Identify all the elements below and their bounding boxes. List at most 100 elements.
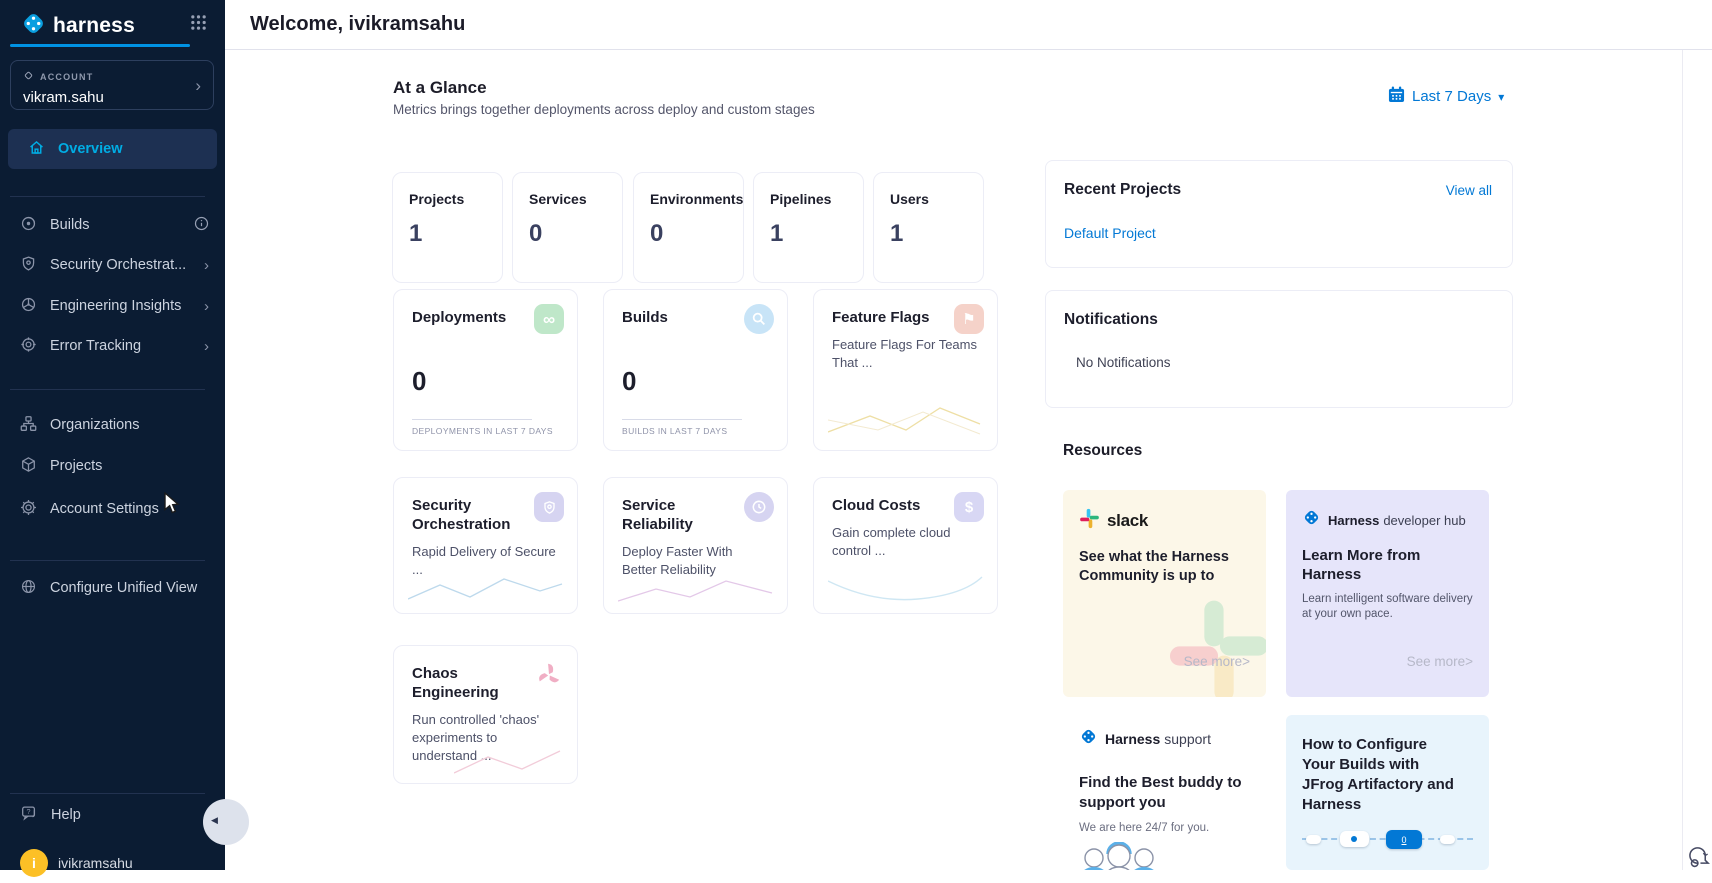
stat-label: Users	[890, 191, 967, 207]
resource-card-slack[interactable]: slack See what the Harness Community is …	[1063, 490, 1266, 697]
feature-flags-icon	[954, 304, 984, 334]
sidebar-item-projects[interactable]: Projects	[0, 446, 225, 486]
collapse-left-icon	[211, 815, 218, 826]
date-range-label: Last 7 Days	[1412, 88, 1491, 105]
stat-card-users[interactable]: Users 1	[873, 172, 984, 283]
stat-card-services[interactable]: Services 0	[512, 172, 623, 283]
user-name: ivikramsahu	[58, 855, 133, 871]
see-more-link[interactable]: See more>	[1184, 654, 1250, 669]
see-more-link[interactable]: See more>	[1407, 654, 1473, 669]
divider	[10, 793, 205, 794]
resource-card-subtitle: Learn intelligent software delivery at y…	[1302, 592, 1473, 622]
module-card-security-orchestration[interactable]: Security Orchestration Rapid Delivery of…	[393, 477, 578, 614]
stat-card-projects[interactable]: Projects 1	[392, 172, 503, 283]
avatar: i	[20, 849, 48, 877]
notifications-title: Notifications	[1064, 311, 1494, 329]
shield-icon	[20, 255, 37, 276]
stat-card-environments[interactable]: Environments 0	[633, 172, 744, 283]
resource-card-support[interactable]: Harness support Find the Best buddy to s…	[1063, 717, 1266, 870]
section-subtitle: Metrics brings together deployments acro…	[393, 102, 815, 117]
module-card-feature-flags[interactable]: Feature Flags Feature Flags For Teams Th…	[813, 289, 998, 451]
sparkline	[408, 571, 563, 607]
brand-name: Harness	[1328, 513, 1379, 528]
cloud-costs-icon	[954, 492, 984, 522]
resource-card-developer-hub[interactable]: Harness developer hub Learn More from Ha…	[1286, 490, 1489, 697]
sidebar-item-overview[interactable]: Overview	[8, 129, 217, 169]
sidebar-collapse-handle[interactable]	[203, 799, 249, 845]
help-chat-icon: ?	[20, 804, 38, 826]
sidebar-item-error-tracking[interactable]: Error Tracking	[0, 326, 225, 366]
chevron-right-icon	[204, 338, 209, 355]
chat-widget-icon[interactable]	[1688, 843, 1711, 873]
sidebar-item-label: Overview	[58, 141, 123, 157]
divider	[622, 419, 742, 420]
stat-value: 0	[529, 220, 606, 248]
module-title: Feature Flags	[832, 308, 944, 327]
sidebar-user-row[interactable]: i ivikramsahu	[0, 843, 225, 883]
sidebar-item-builds[interactable]: Builds	[0, 205, 225, 245]
sidebar-item-label: Organizations	[50, 417, 139, 433]
sidebar-item-label: Projects	[50, 458, 102, 474]
account-name: vikram.sahu	[23, 89, 201, 106]
sidebar-item-help[interactable]: ? Help	[0, 795, 225, 835]
slack-brand-name: slack	[1107, 511, 1148, 531]
module-card-chaos-engineering[interactable]: Chaos Engineering Run controlled 'chaos'…	[393, 645, 578, 784]
project-link-default-project[interactable]: Default Project	[1064, 225, 1156, 241]
gear-icon	[20, 499, 37, 520]
harness-logo: harness	[20, 10, 135, 42]
builds-search-icon	[744, 304, 774, 334]
app-grid-icon[interactable]	[190, 14, 207, 36]
cube-icon	[20, 456, 37, 477]
harness-logo-icon	[1302, 508, 1321, 532]
resource-card-title: Find the Best buddy to support you	[1079, 773, 1250, 813]
sidebar-item-engineering-insights[interactable]: Engineering Insights	[0, 286, 225, 326]
section-title-at-a-glance: At a Glance	[393, 78, 487, 98]
recent-projects-title: Recent Projects	[1064, 181, 1494, 199]
divider	[412, 419, 532, 420]
module-card-builds[interactable]: Builds 0 BUILDS IN LAST 7 DAYS	[603, 289, 788, 451]
pipeline-illustration: 0	[1302, 825, 1473, 855]
brand-name: Harness	[1105, 731, 1160, 747]
sidebar-item-label: Error Tracking	[50, 338, 141, 354]
account-label: ACCOUNT	[40, 72, 93, 82]
sidebar-item-security-orchestration[interactable]: Security Orchestrat...	[0, 245, 225, 285]
module-description: Feature Flags For Teams That ...	[832, 336, 979, 372]
svg-text:?: ?	[27, 807, 31, 816]
sidebar-item-label: Engineering Insights	[50, 298, 181, 314]
view-all-link[interactable]: View all	[1446, 183, 1492, 198]
chevron-right-icon	[204, 257, 209, 274]
sidebar-item-organizations[interactable]: Organizations	[0, 405, 225, 445]
sidebar-item-label: Account Settings	[50, 501, 159, 517]
chaos-pinwheel-icon	[534, 660, 564, 690]
resource-card-title: See what the Harness Community is up to	[1079, 548, 1237, 586]
sidebar-item-label: Configure Unified View	[50, 580, 197, 596]
recent-projects-card: Recent Projects View all Default Project	[1045, 160, 1513, 268]
insights-icon	[20, 296, 37, 317]
resource-card-jfrog-builds[interactable]: How to Configure Your Builds with JFrog …	[1286, 715, 1489, 870]
stat-card-pipelines[interactable]: Pipelines 1	[753, 172, 864, 283]
stat-label: Services	[529, 191, 606, 207]
sidebar-item-configure-unified-view[interactable]: Configure Unified View	[0, 568, 225, 608]
sparkline	[618, 571, 773, 607]
info-icon[interactable]	[194, 216, 209, 235]
scrollbar-track[interactable]	[1682, 50, 1683, 870]
sidebar-item-label: Help	[51, 807, 81, 823]
module-card-deployments[interactable]: Deployments 0 DEPLOYMENTS IN LAST 7 DAYS	[393, 289, 578, 451]
module-card-cloud-costs[interactable]: Cloud Costs Gain complete cloud control …	[813, 477, 998, 614]
sparkline	[454, 747, 564, 777]
page-title: Welcome, ivikramsahu	[250, 13, 465, 36]
sidebar-item-account-settings[interactable]: Account Settings	[0, 489, 225, 529]
notifications-card: Notifications No Notifications	[1045, 290, 1513, 408]
reliability-clock-icon	[744, 492, 774, 522]
module-value: 0	[412, 366, 426, 397]
pipeline-node	[1306, 835, 1321, 844]
date-range-selector[interactable]: Last 7 Days	[1388, 86, 1504, 107]
account-selector[interactable]: ACCOUNT vikram.sahu	[10, 60, 214, 110]
chevron-right-icon	[195, 76, 201, 96]
calendar-icon	[1388, 86, 1405, 107]
home-icon	[28, 139, 45, 160]
module-caption: DEPLOYMENTS IN LAST 7 DAYS	[412, 426, 553, 436]
sparkline	[828, 569, 983, 607]
module-card-service-reliability[interactable]: Service Reliability Deploy Faster With B…	[603, 477, 788, 614]
brand-suffix: developer hub	[1383, 513, 1465, 528]
